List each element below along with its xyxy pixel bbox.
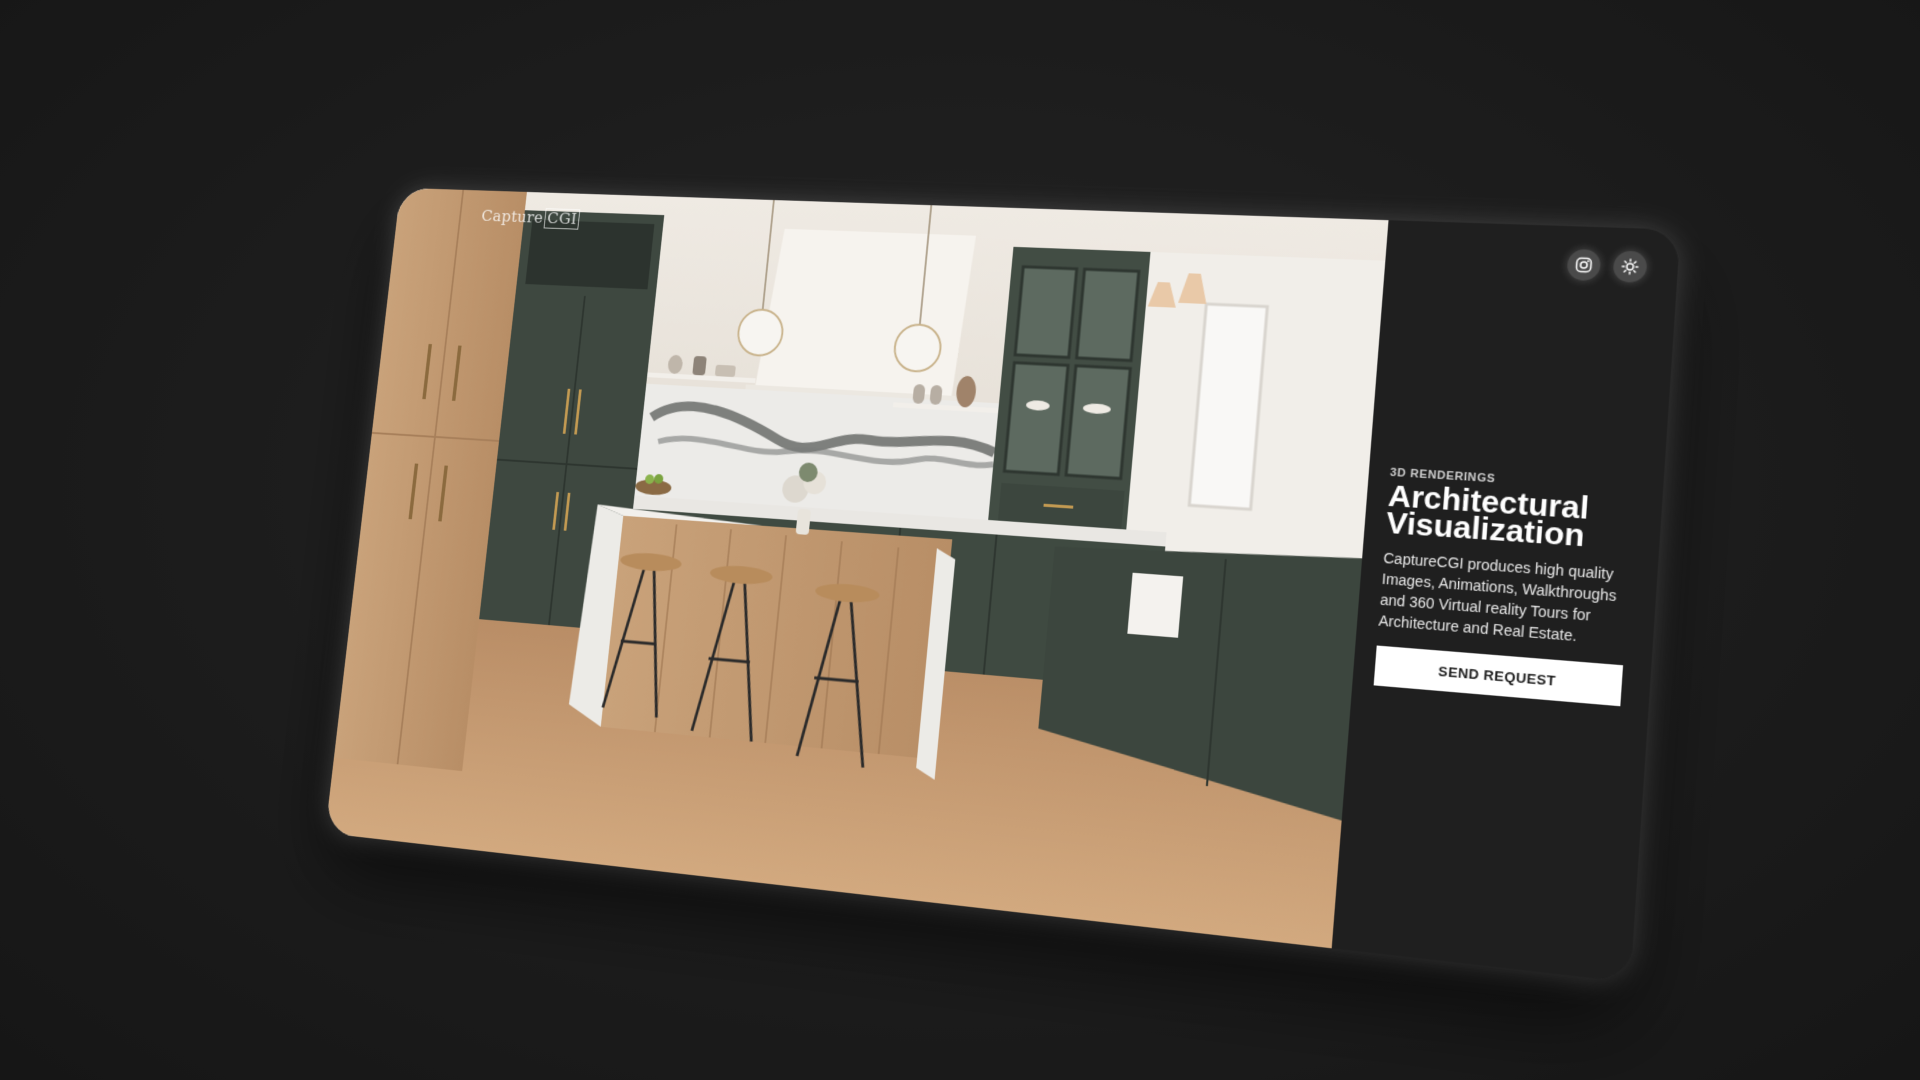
- logo-word: Capture: [480, 206, 545, 228]
- logo-mark: CGI: [543, 208, 581, 230]
- sun-icon: [1621, 258, 1640, 275]
- hero-copy: 3D RENDERINGS Architectural Visualizatio…: [1373, 467, 1636, 707]
- instagram-button[interactable]: [1566, 248, 1602, 282]
- instagram-icon: [1574, 256, 1593, 273]
- stage-background: Capture CGI 3D RENDERINGS Architectural …: [0, 0, 1920, 1080]
- device-screen: Capture CGI 3D RENDERINGS Architectural …: [325, 187, 1681, 983]
- hero-image-kitchen-rendering: Capture CGI: [325, 187, 1389, 949]
- capturecgi-logo[interactable]: Capture CGI: [480, 206, 581, 230]
- hero-description: CaptureCGI produces high quality Images,…: [1378, 549, 1618, 645]
- info-panel: 3D RENDERINGS Architectural Visualizatio…: [1331, 220, 1681, 983]
- page-title: Architectural Visualization: [1385, 479, 1634, 554]
- theme-toggle-button[interactable]: [1612, 250, 1648, 283]
- kitchen-scene: [325, 187, 1389, 949]
- send-request-button[interactable]: SEND REQUEST: [1373, 645, 1624, 707]
- header-icons: [1566, 248, 1648, 283]
